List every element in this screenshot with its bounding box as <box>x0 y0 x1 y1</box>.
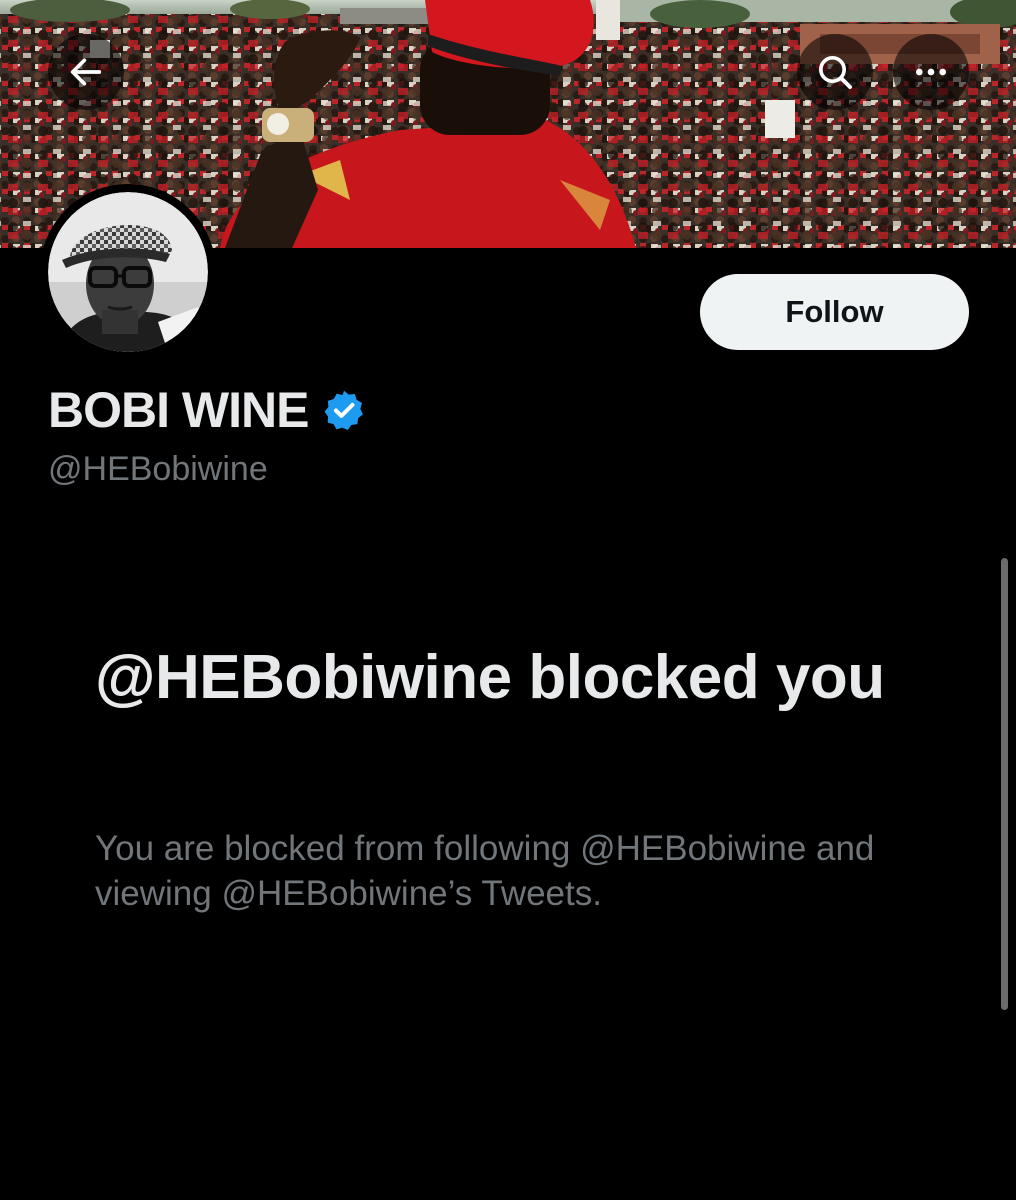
scrollbar-thumb[interactable] <box>1001 558 1008 1010</box>
avatar-image <box>48 192 208 352</box>
profile-handle: @HEBobiwine <box>48 450 268 488</box>
arrow-left-icon <box>70 58 102 86</box>
search-button[interactable] <box>797 34 873 110</box>
search-icon <box>819 56 852 89</box>
back-button[interactable] <box>48 34 124 110</box>
blocked-message: You are blocked from following @HEBobiwi… <box>95 829 875 913</box>
follow-button[interactable]: Follow <box>700 274 969 350</box>
more-horizontal-icon <box>916 68 946 76</box>
profile-name-row: BOBI WINE <box>48 380 366 440</box>
avatar[interactable] <box>40 184 216 360</box>
display-name: BOBI WINE <box>48 382 309 438</box>
blocked-title: @HEBobiwine blocked you <box>95 643 885 712</box>
more-options-button[interactable] <box>893 34 969 110</box>
verified-badge-icon[interactable] <box>322 388 366 432</box>
